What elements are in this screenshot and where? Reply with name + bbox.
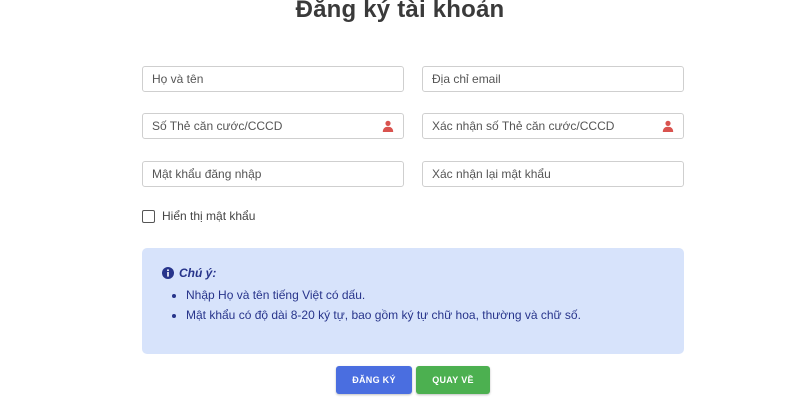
full-name-placeholder: Họ và tên	[152, 72, 204, 86]
full-name-input[interactable]: Họ và tên	[142, 66, 404, 92]
id-card-confirm-placeholder: Xác nhận số Thẻ căn cước/CCCD	[432, 119, 615, 133]
show-password-toggle[interactable]: Hiển thị mật khẩu	[142, 209, 255, 223]
password-confirm-placeholder: Xác nhận lại mật khẩu	[432, 167, 551, 181]
notice-box: Chú ý: Nhập Họ và tên tiếng Việt có dấu.…	[142, 248, 684, 354]
registration-page: Đăng ký tài khoản Họ và tên Địa chỉ emai…	[0, 0, 800, 400]
back-button[interactable]: QUAY VỀ	[416, 366, 490, 394]
notice-title: Chú ý:	[179, 266, 217, 280]
page-title: Đăng ký tài khoản	[295, 0, 505, 23]
show-password-label: Hiển thị mật khẩu	[162, 209, 256, 223]
user-icon	[662, 120, 674, 132]
email-placeholder: Địa chỉ email	[432, 72, 501, 86]
notice-item: Nhập Họ và tên tiếng Việt có dấu.	[186, 285, 664, 305]
notice-title-row: Chú ý:	[162, 266, 664, 280]
notice-item: Mật khẩu có độ dài 8-20 ký tự, bao gồm k…	[186, 305, 664, 325]
id-card-placeholder: Số Thẻ căn cước/CCCD	[152, 119, 283, 133]
id-card-confirm-input[interactable]: Xác nhận số Thẻ căn cước/CCCD	[422, 113, 684, 139]
notice-list: Nhập Họ và tên tiếng Việt có dấu. Mật kh…	[162, 285, 664, 325]
info-icon	[162, 267, 174, 279]
email-input[interactable]: Địa chỉ email	[422, 66, 684, 92]
id-card-input[interactable]: Số Thẻ căn cước/CCCD	[142, 113, 404, 139]
password-placeholder: Mật khẩu đăng nhập	[152, 167, 262, 181]
user-icon	[382, 120, 394, 132]
register-button[interactable]: ĐĂNG KÝ	[336, 366, 412, 394]
show-password-checkbox[interactable]	[142, 209, 155, 223]
password-confirm-input[interactable]: Xác nhận lại mật khẩu	[422, 161, 684, 187]
password-input[interactable]: Mật khẩu đăng nhập	[142, 161, 404, 187]
